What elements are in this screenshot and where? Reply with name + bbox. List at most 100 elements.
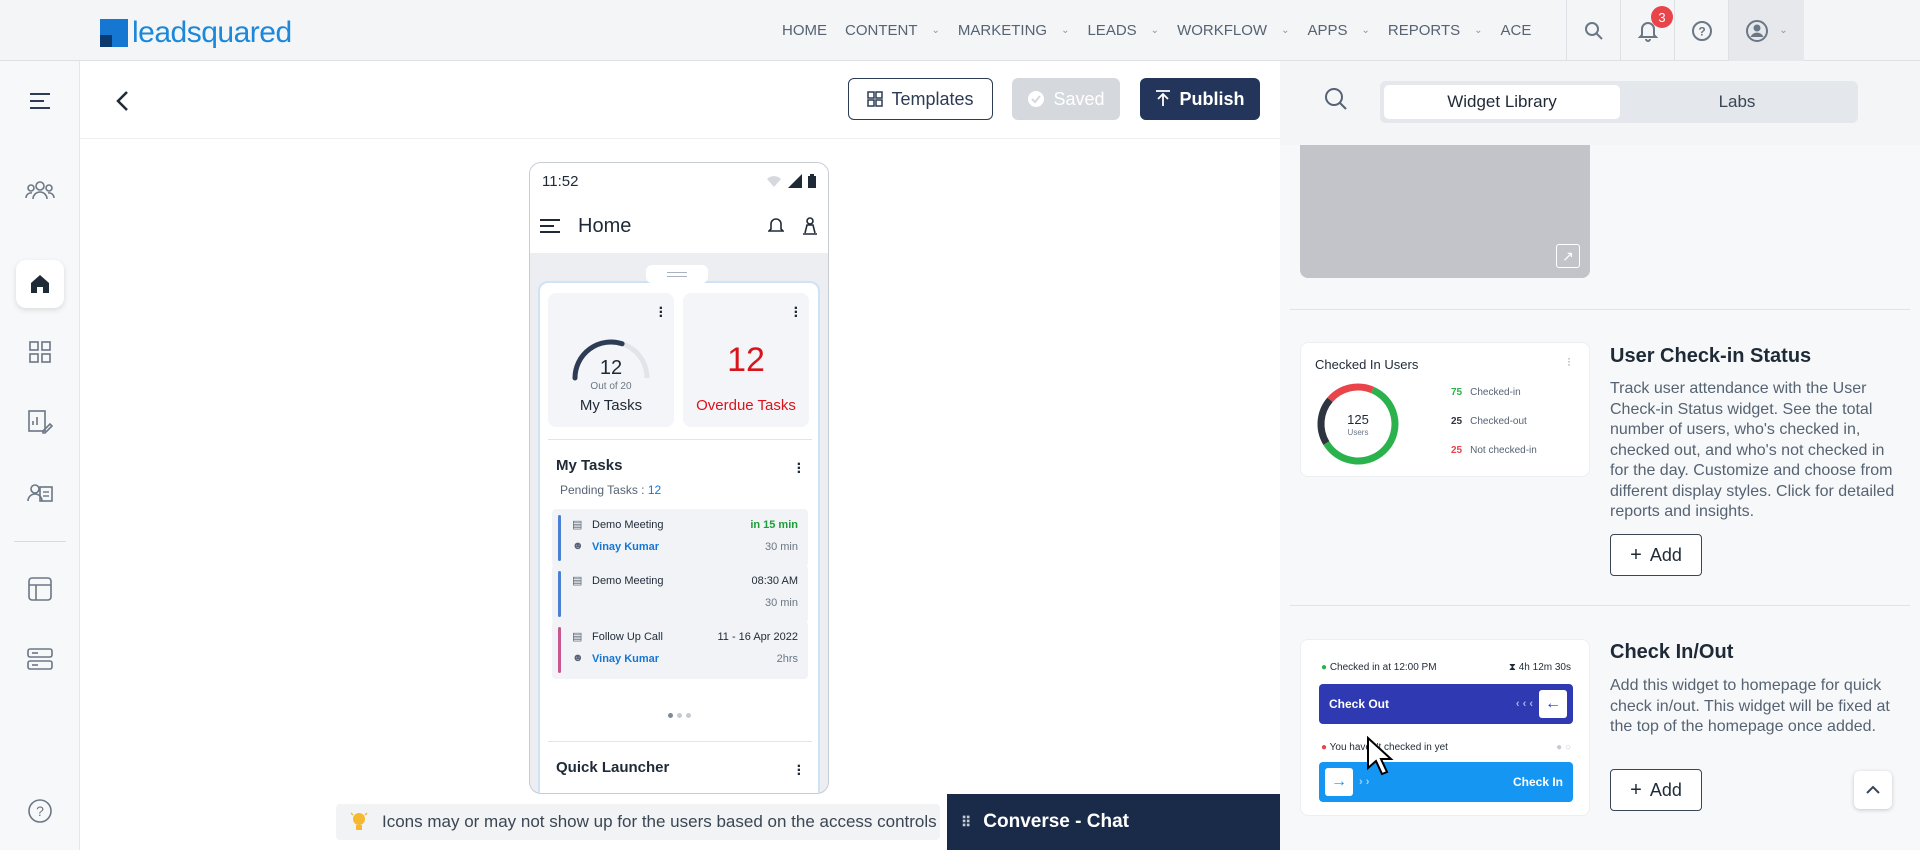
menu-toggle-button[interactable] [16, 77, 64, 125]
search-icon [1584, 21, 1603, 40]
converse-chat-bar[interactable]: ⠿ Converse - Chat [947, 794, 1291, 850]
chevron-up-icon [1866, 785, 1880, 794]
library-tabs: Widget Library Labs [1380, 81, 1858, 123]
sidebar-item-layouts[interactable] [16, 565, 64, 613]
task-item[interactable]: ▤ Demo Meeting 08:30 AM 30 min [552, 565, 808, 623]
task-item[interactable]: ▤ Demo Meeting in 15 min ☻ Vinay Kumar 30 min [552, 509, 808, 567]
donut-total-label: Users [1348, 428, 1369, 437]
my-tasks-sub: Out of 20 [590, 381, 632, 392]
scroll-to-top-button[interactable] [1854, 771, 1892, 809]
hint-text: Icons may or may not show up for the use… [382, 812, 937, 831]
checked-in-row: ● Checked in at 12:00 PM ⧗ 4h 12m 30s [1321, 662, 1571, 673]
clipboard-icon: ▤ [572, 519, 583, 531]
widget-title: Check In/Out [1610, 641, 1734, 663]
templates-label: Templates [891, 88, 974, 109]
nav-item-content[interactable]: CONTENT ⌄ [845, 22, 940, 39]
nav-item-label: APPS [1307, 22, 1348, 39]
chevron-left-icon [116, 91, 128, 111]
access-hint: Icons may or may not show up for the use… [336, 804, 940, 840]
chevron-down-icon: ⌄ [931, 25, 940, 36]
kebab-menu-icon: · · · [1567, 351, 1571, 371]
task-duration: 2hrs [776, 653, 798, 665]
sidebar-help-button[interactable]: ? [16, 787, 64, 835]
leadsquared-logo[interactable]: leadsquared [100, 16, 292, 49]
donut-segment-1 [1317, 397, 1333, 445]
my-tasks-card[interactable]: · · · 12 Out of 20 My Tasks [548, 293, 674, 427]
kebab-menu-icon[interactable]: · · · [659, 301, 664, 325]
kebab-menu-icon[interactable]: · · · [797, 759, 802, 783]
phone-page-title: Home [578, 214, 632, 237]
nav-item-label: ACE [1500, 22, 1532, 39]
nav-item-label: MARKETING [957, 22, 1048, 39]
nav-item-reports[interactable]: REPORTS ⌄ [1388, 22, 1483, 39]
help-button[interactable]: ? [1674, 0, 1728, 61]
sidebar-item-contacts[interactable] [16, 469, 64, 517]
task-item[interactable]: ▤ Follow Up Call 11 - 16 Apr 2022 ☻ Vinay Ku… [552, 621, 808, 679]
mouse-cursor-icon [1367, 736, 1394, 776]
not-checked-row: ● You haven't checked in yet ● ○ [1321, 742, 1571, 753]
user-icon: ☻ [572, 540, 584, 552]
library-header: Widget Library Labs [1280, 61, 1920, 145]
svg-text:?: ? [1698, 24, 1705, 38]
nav-item-workflow[interactable]: WORKFLOW ⌄ [1177, 22, 1289, 39]
search-button[interactable] [1566, 0, 1620, 61]
phone-time: 11:52 [542, 172, 579, 190]
plus-icon: + [1630, 778, 1642, 801]
legend-entry: 25 Checked-out [1451, 416, 1527, 427]
phone-header: Home [530, 199, 828, 253]
check-out-bar[interactable]: Check Out ‹ ‹ ‹ ← [1319, 684, 1573, 724]
avatar-icon [1746, 19, 1769, 42]
add-checkin-status-button[interactable]: + Add [1610, 534, 1702, 576]
nav-item-home[interactable]: HOME [782, 22, 827, 39]
drag-handle[interactable] [646, 265, 708, 283]
top-navigation: leadsquared HOME CONTENT ⌄ MARKETING ⌄ LEADS ⌄… [0, 0, 1920, 61]
sidebar-item-home[interactable] [16, 260, 64, 308]
widget-description: Add this widget to homepage for quick ch… [1610, 677, 1890, 735]
sidebar-item-dashboards[interactable] [16, 328, 64, 376]
tab-widget-library[interactable]: Widget Library [1384, 85, 1620, 119]
sidebar-item-settings[interactable] [16, 635, 64, 683]
my-tasks-title: My Tasks [556, 457, 623, 474]
sidebar-item-reports[interactable] [16, 398, 64, 446]
check-in-bar[interactable]: → › › Check In [1319, 762, 1573, 802]
nav-item-label: LEADS [1087, 22, 1137, 39]
tab-labs[interactable]: Labs [1620, 85, 1854, 119]
overdue-tasks-card[interactable]: · · · 12 Overdue Tasks [683, 293, 809, 427]
clipboard-icon: ▤ [572, 631, 583, 643]
arrow-left-icon: ← [1539, 690, 1567, 718]
nav-item-ace[interactable]: ACE [1501, 22, 1532, 39]
pager-dots[interactable] [668, 713, 691, 718]
left-sidebar: ? [0, 61, 80, 850]
task-duration: 30 min [764, 541, 798, 553]
kebab-menu-icon[interactable]: · · · [797, 457, 802, 481]
check-in-out-preview[interactable]: ● Checked in at 12:00 PM ⧗ 4h 12m 30s Ch… [1300, 639, 1590, 816]
nav-item-leads[interactable]: LEADS ⌄ [1087, 22, 1159, 39]
add-label: Add [1649, 544, 1682, 565]
grid-icon [29, 341, 51, 363]
publish-button[interactable]: Publish [1140, 78, 1260, 120]
arrow-right-icon: → [1325, 768, 1353, 796]
menu-icon [30, 93, 50, 109]
add-check-in-out-button[interactable]: + Add [1610, 769, 1702, 811]
back-button[interactable] [106, 85, 138, 117]
users-icon [25, 181, 55, 200]
grid-icon [867, 91, 884, 107]
notifications-button[interactable]: 3 [1620, 0, 1674, 61]
editor-toolbar: Templates Saved Publish [80, 61, 1280, 139]
sidebar-item-users[interactable] [16, 166, 64, 214]
search-icon[interactable] [1324, 87, 1348, 111]
external-link-icon[interactable]: ↗ [1556, 244, 1580, 268]
profile-menu[interactable]: ⌄ [1728, 0, 1804, 61]
saved-button[interactable]: Saved [1012, 78, 1120, 120]
kebab-menu-icon[interactable]: · · · [794, 301, 799, 325]
user-checkin-preview[interactable]: Checked In Users · · · 125 Users 75 Checked… [1300, 342, 1590, 477]
add-label: Add [1649, 779, 1682, 800]
home-icon [31, 275, 49, 293]
templates-button[interactable]: Templates [848, 78, 993, 120]
nav-item-marketing[interactable]: MARKETING ⌄ [958, 22, 1070, 39]
widget-description: Track user attendance with the User Chec… [1610, 380, 1895, 520]
nav-item-apps[interactable]: APPS ⌄ [1307, 22, 1369, 39]
donut-total: 125 [1347, 412, 1369, 427]
task-name: Demo Meeting [592, 519, 664, 531]
main-menu: HOME CONTENT ⌄ MARKETING ⌄ LEADS ⌄ WORKFLOW ⌄ APP… [782, 0, 1549, 61]
